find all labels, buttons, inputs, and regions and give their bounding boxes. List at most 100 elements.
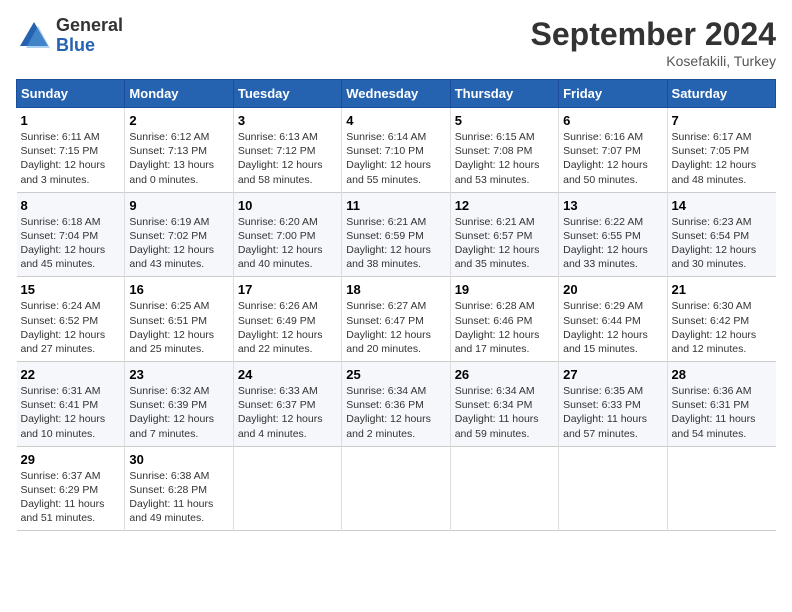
calendar-cell: 30 Sunrise: 6:38 AM Sunset: 6:28 PM Dayli… [125,446,233,531]
day-info: Sunrise: 6:34 AM Sunset: 6:34 PM Dayligh… [455,384,554,441]
calendar-table: SundayMondayTuesdayWednesdayThursdayFrid… [16,79,776,531]
calendar-cell: 22Sunrise: 6:31 AM Sunset: 6:41 PM Dayli… [17,362,125,447]
calendar-cell: 21 Sunrise: 6:30 AM Sunset: 6:42 PM Dayli… [667,277,775,362]
calendar-cell: 2Sunrise: 6:12 AM Sunset: 7:13 PM Daylig… [125,108,233,193]
day-number: 26 [455,367,554,382]
day-info: Sunrise: 6:14 AM Sunset: 7:10 PM Dayligh… [346,130,445,187]
day-info: Sunrise: 6:28 AM Sunset: 6:46 PM Dayligh… [455,299,554,356]
calendar-cell: 11 Sunrise: 6:21 AM Sunset: 6:59 PM Dayli… [342,192,450,277]
weekday-header: Sunday [17,80,125,108]
calendar-body: 1 Sunrise: 6:11 AM Sunset: 7:15 PM Daylig… [17,108,776,531]
day-number: 11 [346,198,445,213]
day-info: Sunrise: 6:38 AM Sunset: 6:28 PM Dayligh… [129,469,228,526]
day-number: 12 [455,198,554,213]
day-number: 25 [346,367,445,382]
day-info: Sunrise: 6:32 AM Sunset: 6:39 PM Dayligh… [129,384,228,441]
calendar-cell: 28Sunrise: 6:36 AM Sunset: 6:31 PM Dayli… [667,362,775,447]
calendar-cell: 24 Sunrise: 6:33 AM Sunset: 6:37 PM Dayli… [233,362,341,447]
weekday-header: Monday [125,80,233,108]
day-info: Sunrise: 6:22 AM Sunset: 6:55 PM Dayligh… [563,215,662,272]
day-number: 4 [346,113,445,128]
day-info: Sunrise: 6:15 AM Sunset: 7:08 PM Dayligh… [455,130,554,187]
day-info: Sunrise: 6:16 AM Sunset: 7:07 PM Dayligh… [563,130,662,187]
day-number: 7 [672,113,772,128]
logo-text: General Blue [56,16,123,56]
day-info: Sunrise: 6:13 AM Sunset: 7:12 PM Dayligh… [238,130,337,187]
day-info: Sunrise: 6:37 AM Sunset: 6:29 PM Dayligh… [21,469,121,526]
weekday-header: Thursday [450,80,558,108]
day-number: 1 [21,113,121,128]
calendar-cell: 16Sunrise: 6:25 AM Sunset: 6:51 PM Dayli… [125,277,233,362]
day-number: 13 [563,198,662,213]
day-info: Sunrise: 6:19 AM Sunset: 7:02 PM Dayligh… [129,215,228,272]
calendar-cell [450,446,558,531]
calendar-week-row: 22Sunrise: 6:31 AM Sunset: 6:41 PM Dayli… [17,362,776,447]
day-number: 20 [563,282,662,297]
calendar-cell: 6 Sunrise: 6:16 AM Sunset: 7:07 PM Daylig… [559,108,667,193]
calendar-cell: 10Sunrise: 6:20 AM Sunset: 7:00 PM Dayli… [233,192,341,277]
calendar-cell [667,446,775,531]
month-title: September 2024 [531,16,776,53]
day-number: 15 [21,282,121,297]
weekday-header: Tuesday [233,80,341,108]
day-number: 24 [238,367,337,382]
day-info: Sunrise: 6:33 AM Sunset: 6:37 PM Dayligh… [238,384,337,441]
day-info: Sunrise: 6:25 AM Sunset: 6:51 PM Dayligh… [129,299,228,356]
day-number: 27 [563,367,662,382]
weekday-header: Wednesday [342,80,450,108]
logo-icon [16,18,52,54]
weekday-header: Saturday [667,80,775,108]
logo: General Blue [16,16,123,56]
calendar-cell: 14 Sunrise: 6:23 AM Sunset: 6:54 PM Dayli… [667,192,775,277]
day-number: 14 [672,198,772,213]
day-info: Sunrise: 6:21 AM Sunset: 6:57 PM Dayligh… [455,215,554,272]
day-info: Sunrise: 6:12 AM Sunset: 7:13 PM Dayligh… [129,130,228,187]
calendar-week-row: 1 Sunrise: 6:11 AM Sunset: 7:15 PM Daylig… [17,108,776,193]
day-info: Sunrise: 6:23 AM Sunset: 6:54 PM Dayligh… [672,215,772,272]
day-number: 30 [129,452,228,467]
page-header: General Blue September 2024 Kosefakili, … [16,16,776,69]
day-info: Sunrise: 6:21 AM Sunset: 6:59 PM Dayligh… [346,215,445,272]
day-info: Sunrise: 6:34 AM Sunset: 6:36 PM Dayligh… [346,384,445,441]
day-info: Sunrise: 6:11 AM Sunset: 7:15 PM Dayligh… [21,130,121,187]
calendar-cell: 7 Sunrise: 6:17 AM Sunset: 7:05 PM Daylig… [667,108,775,193]
day-info: Sunrise: 6:24 AM Sunset: 6:52 PM Dayligh… [21,299,121,356]
calendar-cell: 4 Sunrise: 6:14 AM Sunset: 7:10 PM Daylig… [342,108,450,193]
calendar-cell [342,446,450,531]
day-number: 21 [672,282,772,297]
calendar-cell: 12 Sunrise: 6:21 AM Sunset: 6:57 PM Dayli… [450,192,558,277]
day-info: Sunrise: 6:17 AM Sunset: 7:05 PM Dayligh… [672,130,772,187]
calendar-cell: 1 Sunrise: 6:11 AM Sunset: 7:15 PM Daylig… [17,108,125,193]
day-number: 3 [238,113,337,128]
day-number: 23 [129,367,228,382]
calendar-cell: 19 Sunrise: 6:28 AM Sunset: 6:46 PM Dayli… [450,277,558,362]
day-number: 29 [21,452,121,467]
day-number: 8 [21,198,121,213]
location: Kosefakili, Turkey [531,53,776,69]
day-info: Sunrise: 6:20 AM Sunset: 7:00 PM Dayligh… [238,215,337,272]
calendar-cell: 25 Sunrise: 6:34 AM Sunset: 6:36 PM Dayli… [342,362,450,447]
calendar-cell: 3 Sunrise: 6:13 AM Sunset: 7:12 PM Daylig… [233,108,341,193]
calendar-cell: 15 Sunrise: 6:24 AM Sunset: 6:52 PM Dayli… [17,277,125,362]
calendar-cell: 20Sunrise: 6:29 AM Sunset: 6:44 PM Dayli… [559,277,667,362]
day-number: 18 [346,282,445,297]
day-info: Sunrise: 6:27 AM Sunset: 6:47 PM Dayligh… [346,299,445,356]
calendar-cell: 17 Sunrise: 6:26 AM Sunset: 6:49 PM Dayli… [233,277,341,362]
day-info: Sunrise: 6:26 AM Sunset: 6:49 PM Dayligh… [238,299,337,356]
day-number: 19 [455,282,554,297]
calendar-cell: 8 Sunrise: 6:18 AM Sunset: 7:04 PM Daylig… [17,192,125,277]
title-block: September 2024 Kosefakili, Turkey [531,16,776,69]
day-number: 9 [129,198,228,213]
day-info: Sunrise: 6:30 AM Sunset: 6:42 PM Dayligh… [672,299,772,356]
day-number: 17 [238,282,337,297]
calendar-cell: 9 Sunrise: 6:19 AM Sunset: 7:02 PM Daylig… [125,192,233,277]
calendar-week-row: 8 Sunrise: 6:18 AM Sunset: 7:04 PM Daylig… [17,192,776,277]
weekday-header: Friday [559,80,667,108]
day-info: Sunrise: 6:36 AM Sunset: 6:31 PM Dayligh… [672,384,772,441]
calendar-cell: 27Sunrise: 6:35 AM Sunset: 6:33 PM Dayli… [559,362,667,447]
calendar-cell: 13 Sunrise: 6:22 AM Sunset: 6:55 PM Dayli… [559,192,667,277]
day-number: 6 [563,113,662,128]
calendar-cell: 18 Sunrise: 6:27 AM Sunset: 6:47 PM Dayli… [342,277,450,362]
day-info: Sunrise: 6:18 AM Sunset: 7:04 PM Dayligh… [21,215,121,272]
calendar-cell: 29 Sunrise: 6:37 AM Sunset: 6:29 PM Dayli… [17,446,125,531]
